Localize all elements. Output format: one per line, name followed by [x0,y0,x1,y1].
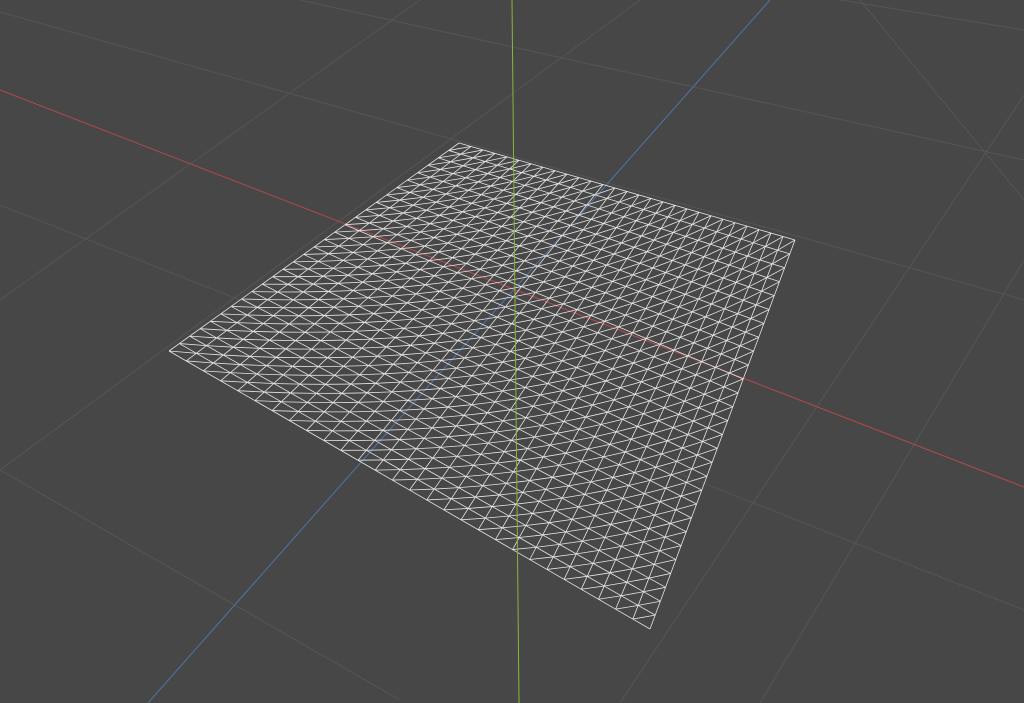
mesh-edge-diagonal [314,323,340,325]
mesh-edge-diagonal [327,356,353,359]
mesh-edge-diagonal [298,275,324,278]
mesh-edge-diagonal [293,260,319,263]
mesh-edge-diagonal [334,374,360,376]
mesh-edge-diagonal [320,339,347,341]
mesh-edge-diagonal [366,449,392,451]
mesh-edge-diagonal [308,306,334,309]
mesh-edge-diagonal [349,410,375,413]
mesh-edge-diagonal [341,392,368,394]
mesh-edge-diagonal [357,429,383,432]
mesh-edge-diagonal [303,291,329,293]
mesh-edge-diagonal [375,469,401,471]
3d-viewport[interactable] [0,0,1024,703]
